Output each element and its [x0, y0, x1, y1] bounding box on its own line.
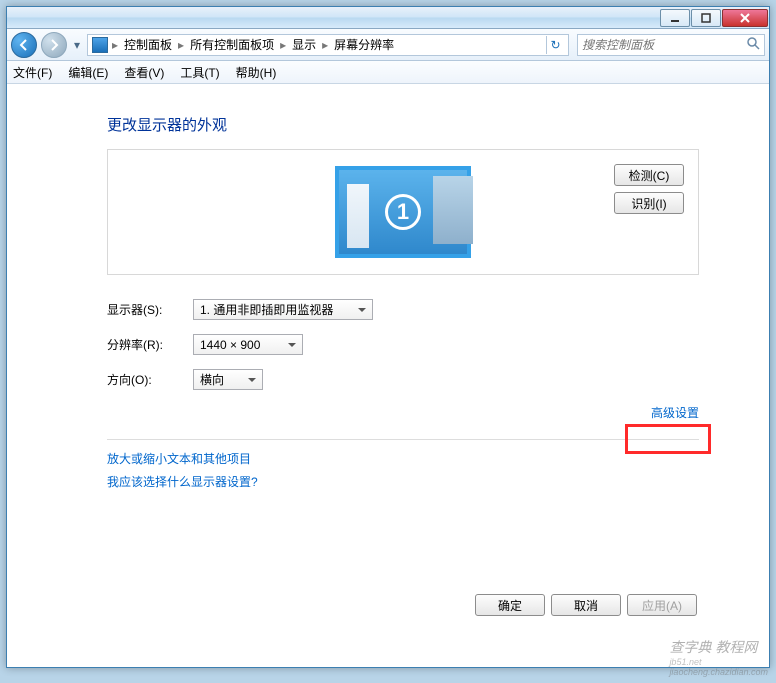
close-button[interactable] — [722, 9, 768, 27]
breadcrumb-sep[interactable]: ▸ — [320, 38, 330, 52]
back-button[interactable] — [11, 32, 37, 58]
breadcrumb-crumb[interactable]: 屏幕分辨率 — [332, 36, 396, 53]
detect-button[interactable]: 检测(C) — [614, 164, 684, 186]
search-input[interactable] — [582, 38, 746, 52]
breadcrumb-crumb[interactable]: 控制面板 — [122, 36, 174, 53]
breadcrumb-sep[interactable]: ▸ — [110, 38, 120, 52]
display-value: 1. 通用非即插即用监视器 — [200, 301, 333, 318]
apply-button[interactable]: 应用(A) — [627, 594, 697, 616]
orientation-row: 方向(O): 横向 — [107, 369, 699, 390]
menu-view[interactable]: 查看(V) — [124, 64, 164, 81]
resolution-label: 分辨率(R): — [107, 336, 193, 353]
monitor-preview[interactable]: 1 — [335, 166, 471, 258]
window-frame: ▾ ▸ 控制面板 ▸ 所有控制面板项 ▸ 显示 ▸ 屏幕分辨率 ↻ 文件(F) … — [6, 6, 770, 668]
identify-button[interactable]: 识别(I) — [614, 192, 684, 214]
breadcrumb-sep[interactable]: ▸ — [278, 38, 288, 52]
address-bar[interactable]: ▸ 控制面板 ▸ 所有控制面板项 ▸ 显示 ▸ 屏幕分辨率 ↻ — [87, 34, 569, 56]
menu-tools[interactable]: 工具(T) — [180, 64, 219, 81]
resolution-dropdown[interactable]: 1440 × 900 — [193, 334, 303, 355]
menu-help[interactable]: 帮助(H) — [236, 64, 277, 81]
orientation-label: 方向(O): — [107, 371, 193, 388]
display-preview-panel: 1 检测(C) 识别(I) — [107, 149, 699, 275]
ok-button[interactable]: 确定 — [475, 594, 545, 616]
forward-button[interactable] — [41, 32, 67, 58]
menubar: 文件(F) 编辑(E) 查看(V) 工具(T) 帮助(H) — [7, 61, 769, 84]
display-label: 显示器(S): — [107, 301, 193, 318]
monitor-number: 1 — [385, 194, 421, 230]
control-panel-icon — [92, 37, 108, 53]
orientation-value: 横向 — [200, 371, 224, 388]
history-dropdown-icon[interactable]: ▾ — [71, 38, 83, 52]
refresh-icon[interactable]: ↻ — [546, 36, 564, 54]
breadcrumb-sep[interactable]: ▸ — [176, 38, 186, 52]
text-size-link[interactable]: 放大或缩小文本和其他项目 — [107, 450, 699, 467]
cancel-button[interactable]: 取消 — [551, 594, 621, 616]
resolution-value: 1440 × 900 — [200, 338, 260, 352]
menu-edit[interactable]: 编辑(E) — [68, 64, 108, 81]
advanced-settings-link[interactable]: 高级设置 — [107, 404, 699, 421]
content-area: 更改显示器的外观 1 检测(C) 识别(I) 显示器(S): 1. 通用非即插即… — [7, 84, 769, 644]
menu-file[interactable]: 文件(F) — [13, 64, 52, 81]
breadcrumb-crumb[interactable]: 所有控制面板项 — [188, 36, 276, 53]
navbar: ▾ ▸ 控制面板 ▸ 所有控制面板项 ▸ 显示 ▸ 屏幕分辨率 ↻ — [7, 29, 769, 61]
search-box[interactable] — [577, 34, 765, 56]
breadcrumb-crumb[interactable]: 显示 — [290, 36, 318, 53]
divider — [107, 439, 699, 440]
which-settings-link[interactable]: 我应该选择什么显示器设置? — [107, 473, 699, 490]
display-row: 显示器(S): 1. 通用非即插即用监视器 — [107, 299, 699, 320]
footer-buttons: 确定 取消 应用(A) — [475, 594, 697, 616]
page-title: 更改显示器的外观 — [107, 114, 699, 135]
orientation-dropdown[interactable]: 横向 — [193, 369, 263, 390]
display-dropdown[interactable]: 1. 通用非即插即用监视器 — [193, 299, 373, 320]
titlebar — [7, 7, 769, 29]
watermark-sub2: jiaocheng.chazidian.com — [669, 667, 768, 677]
preview-side-buttons: 检测(C) 识别(I) — [614, 164, 684, 214]
maximize-button[interactable] — [691, 9, 721, 27]
minimize-button[interactable] — [660, 9, 690, 27]
resolution-row: 分辨率(R): 1440 × 900 — [107, 334, 699, 355]
search-icon[interactable] — [746, 36, 760, 53]
